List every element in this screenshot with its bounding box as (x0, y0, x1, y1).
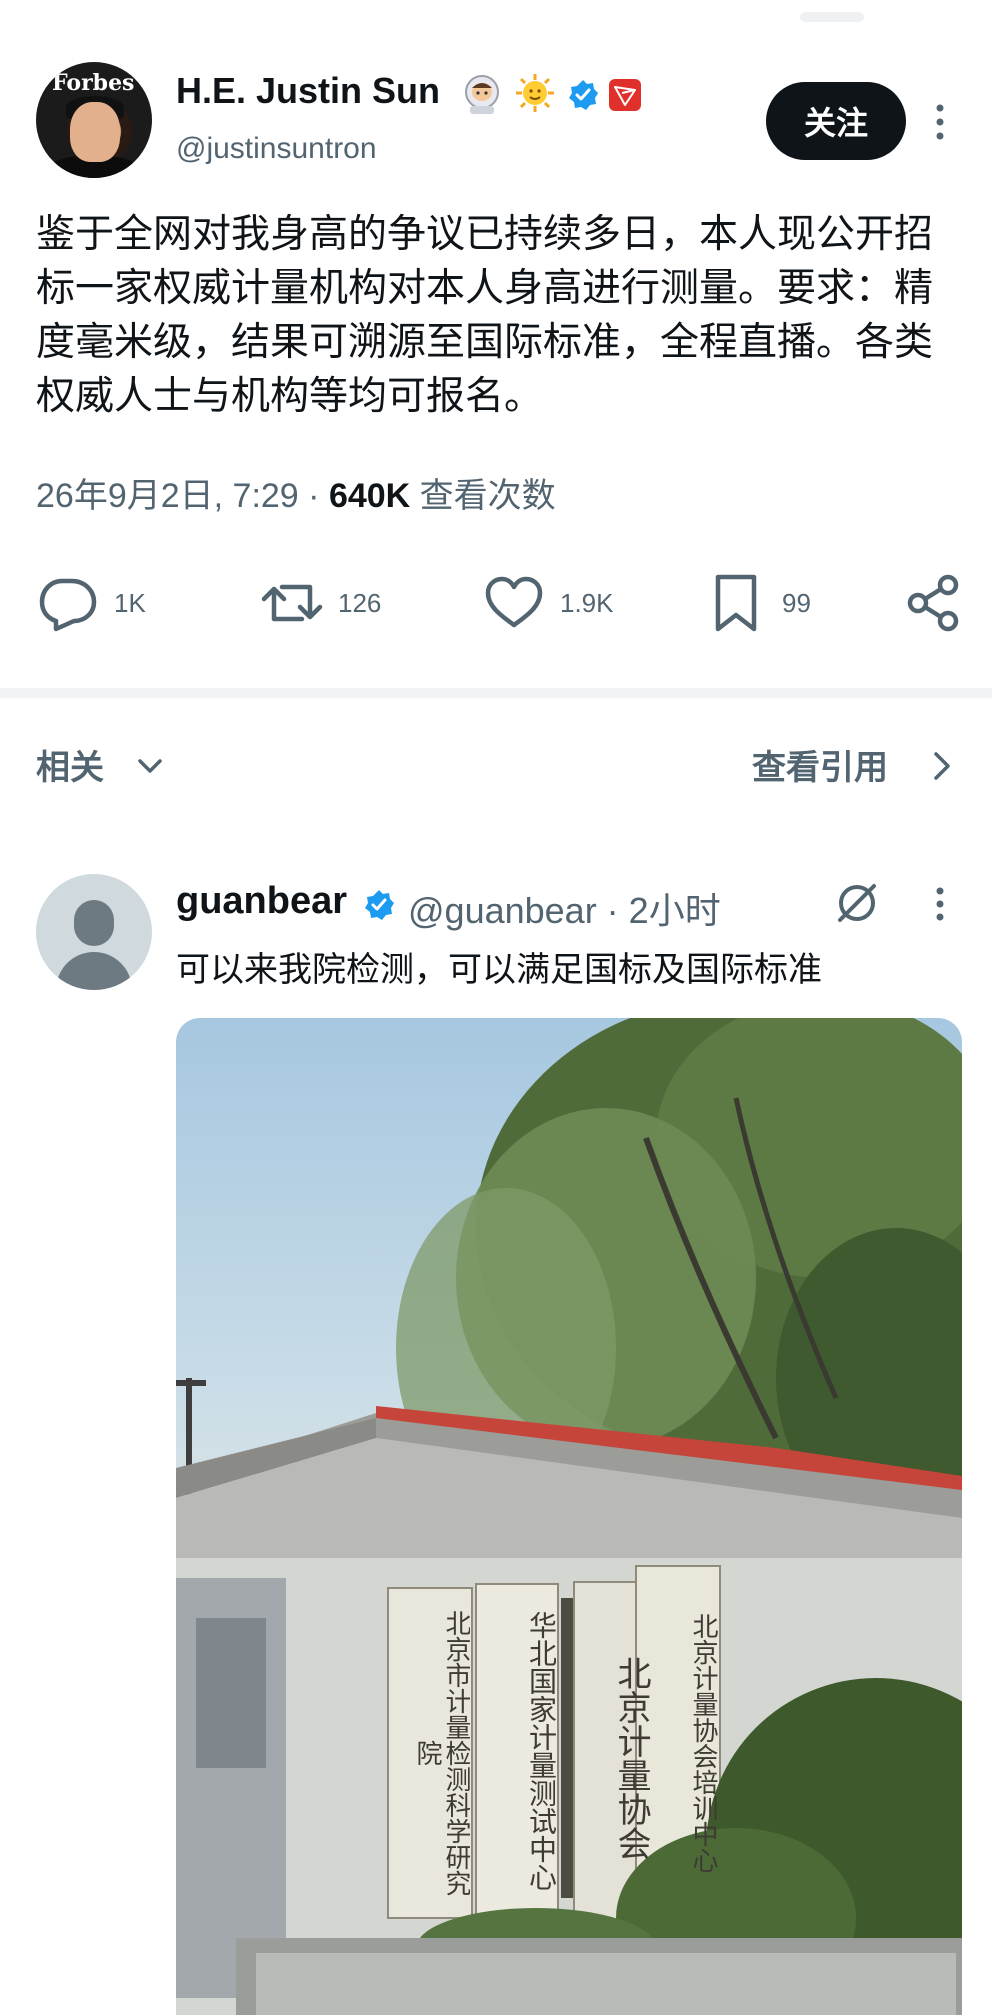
reply-photo[interactable]: 北京市计量检测科学研究院 华北国家计量测试中心 北京计量协会 北京计量协会培训中… (176, 1018, 962, 2015)
default-avatar-body (56, 952, 132, 990)
chevron-down-icon[interactable] (132, 748, 168, 784)
reply-handle-time[interactable]: @guanbear · 2小时 (408, 882, 721, 934)
share-action[interactable] (902, 568, 966, 638)
astronaut-emoji-icon (465, 75, 499, 114)
tweet-timestamp[interactable]: 26年9月2日, 7:29 (36, 477, 299, 515)
retweet-count: 126 (338, 587, 382, 618)
views-label: 查看次数 (419, 477, 556, 515)
chevron-right-icon[interactable] (924, 746, 960, 786)
author-handle[interactable]: @justinsuntron (176, 132, 377, 166)
like-count: 1.9K (560, 587, 614, 618)
sign-text-2: 华北国家计量测试中心 (525, 1611, 556, 1891)
default-avatar-head (74, 900, 114, 946)
retweet-icon (261, 584, 323, 622)
views-count: 640K (328, 477, 411, 515)
more-options-icon[interactable] (930, 884, 950, 924)
action-bar: 1K 126 1.9K 99 (36, 568, 966, 638)
reply-count: 1K (114, 587, 146, 618)
related-sort-label[interactable]: 相关 (36, 740, 104, 789)
meta-separator: · (308, 477, 320, 515)
share-icon (907, 574, 959, 632)
follow-button[interactable]: 关注 (766, 82, 906, 160)
more-options-icon[interactable] (930, 100, 950, 144)
tweet-text: 鉴于全网对我身高的争议已持续多日，本人现公开招标一家权威计量机构对本人身高进行测… (36, 212, 934, 419)
reply-icon (39, 578, 97, 632)
verified-badge-icon (365, 890, 394, 920)
avatar-face (70, 102, 120, 162)
grok-icon[interactable] (834, 880, 880, 926)
reply-action[interactable]: 1K (36, 568, 146, 638)
sign-text-1: 北京市计量检测科学研究院 (412, 1610, 470, 1896)
bookmark-action[interactable]: 99 (704, 568, 811, 638)
avatar-forbes-text: Forbes (52, 70, 135, 96)
view-quotes-link[interactable]: 查看引用 (752, 740, 888, 789)
status-bar-pill (800, 12, 864, 22)
tweet-meta: 26年9月2日, 7:29 · 640K 查看次数 (36, 468, 556, 517)
bookmark-count: 99 (782, 587, 811, 618)
reply-text: 可以来我院检测，可以满足国标及国际标准 (176, 950, 822, 990)
photo-scene (176, 1018, 962, 2015)
sun-emoji-icon (516, 74, 554, 112)
bookmark-icon (715, 574, 757, 632)
heart-icon (485, 576, 543, 628)
reply-author-name[interactable]: guanbear (176, 880, 347, 923)
tron-badge-icon (609, 79, 641, 111)
verified-badge-icon (569, 80, 598, 110)
sign-text-4: 北京计量协会培训中心 (688, 1613, 718, 1873)
section-divider (0, 688, 992, 698)
author-avatar[interactable]: Forbes (36, 62, 152, 178)
retweet-action[interactable]: 126 (260, 568, 381, 638)
like-action[interactable]: 1.9K (482, 568, 614, 638)
reply-avatar[interactable] (36, 874, 152, 990)
author-display-name[interactable]: H.E. Justin Sun (176, 70, 440, 112)
